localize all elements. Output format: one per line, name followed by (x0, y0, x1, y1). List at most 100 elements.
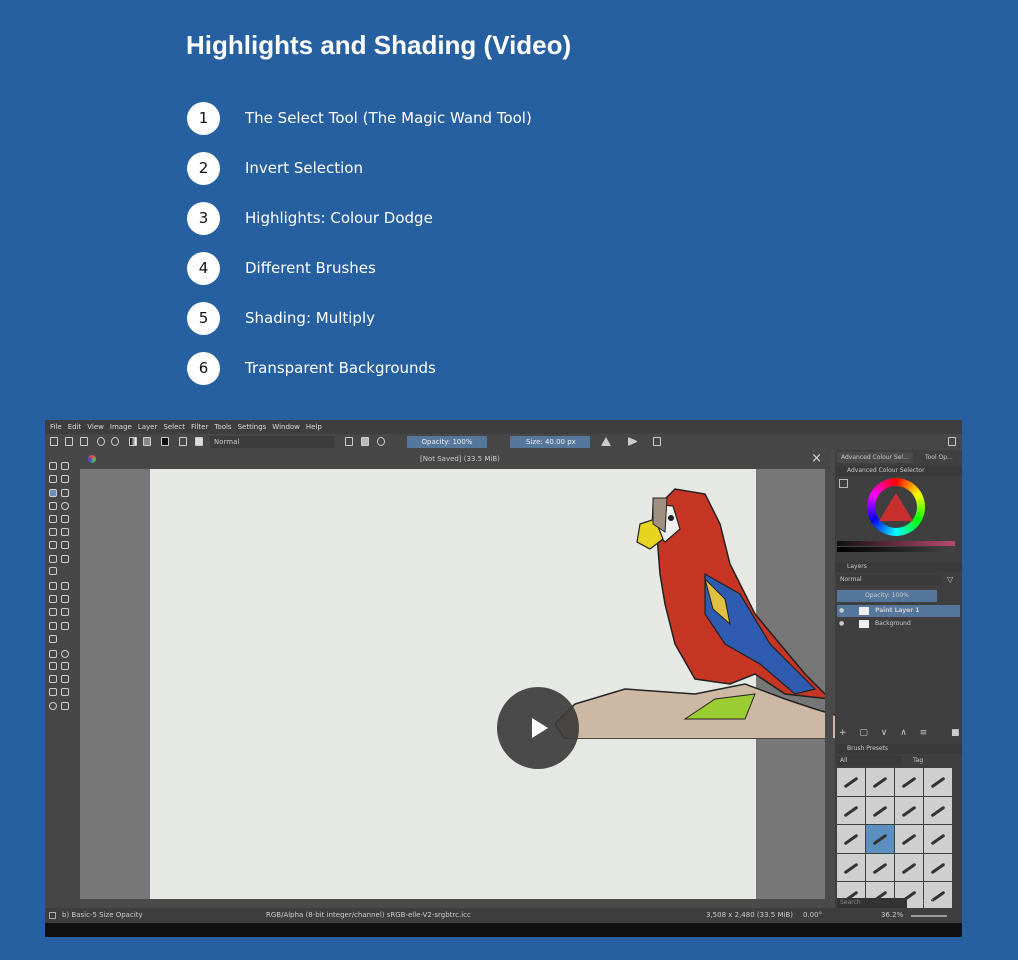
wrap-icon[interactable] (653, 437, 661, 446)
brush-search-input[interactable]: Search (837, 898, 907, 908)
polygon-tool-icon[interactable] (49, 515, 57, 523)
brush-preset[interactable] (837, 825, 865, 853)
transform-tool-icon[interactable] (49, 555, 57, 563)
brush-preset-selected[interactable] (866, 825, 894, 853)
menu-tools[interactable]: Tools (214, 423, 231, 431)
open-folder-icon[interactable] (65, 437, 73, 446)
brush-preset[interactable] (837, 853, 865, 882)
play-button[interactable] (497, 687, 579, 769)
size-slider[interactable]: Size: 40.00 px (510, 436, 590, 448)
brush-preset[interactable] (924, 853, 952, 882)
brush-filter-select[interactable]: All (837, 756, 902, 766)
dynamic-brush-icon[interactable] (49, 541, 57, 549)
delete-layer-icon[interactable]: ■ (951, 728, 960, 738)
colour-swatch-icon[interactable] (161, 437, 169, 446)
layer-blend-select[interactable]: Normal (837, 575, 941, 585)
menu-filter[interactable]: Filter (191, 423, 208, 431)
assistant-tool-icon[interactable] (49, 622, 57, 630)
pattern-icon[interactable] (143, 437, 151, 446)
bezier-select-icon[interactable] (61, 688, 69, 696)
smart-fill-icon[interactable] (61, 595, 69, 603)
text-tool-icon[interactable] (61, 462, 69, 470)
rectangular-select-icon[interactable] (49, 650, 57, 658)
shade-bar[interactable] (837, 547, 955, 552)
menu-view[interactable]: View (87, 423, 104, 431)
smart-patch-icon[interactable] (49, 595, 57, 603)
mirror-vertical-icon[interactable] (628, 437, 637, 446)
measure-tool-icon[interactable] (61, 622, 69, 630)
brush-preset[interactable] (924, 825, 952, 853)
brush-preset[interactable] (837, 796, 865, 825)
new-document-icon[interactable] (50, 437, 58, 446)
menu-image[interactable]: Image (110, 423, 132, 431)
tab-advanced-colour-selector[interactable]: Advanced Colour Sel... (837, 452, 913, 463)
brush-preset[interactable] (924, 768, 952, 796)
opacity-slider[interactable]: Opacity: 100% (407, 436, 487, 448)
magnetic-select-icon[interactable] (49, 688, 57, 696)
brush-preset[interactable] (895, 768, 923, 796)
document-tab[interactable]: [Not Saved] (33.5 MiB) × (80, 450, 830, 469)
horizontal-scrollbar[interactable] (80, 899, 830, 908)
freehand-select-icon[interactable] (61, 662, 69, 670)
alpha-lock-icon[interactable] (361, 437, 369, 446)
brush-settings-icon[interactable] (179, 437, 187, 446)
menu-layer[interactable]: Layer (138, 423, 158, 431)
reload-icon[interactable] (377, 437, 385, 446)
colour-triangle[interactable] (879, 493, 913, 521)
line-tool-icon[interactable] (61, 489, 69, 497)
calligraphy-icon[interactable] (61, 475, 69, 483)
layer-row[interactable]: ● Paint Layer 1 (837, 605, 960, 617)
brush-preset[interactable] (866, 853, 894, 882)
video-player[interactable]: File Edit View Image Layer Select Filter… (45, 420, 962, 937)
polygonal-select-icon[interactable] (49, 662, 57, 670)
save-icon[interactable] (80, 437, 88, 446)
bezier-tool-icon[interactable] (49, 528, 57, 536)
freehand-brush-icon[interactable] (49, 489, 57, 497)
freehand-path-icon[interactable] (61, 528, 69, 536)
filter-icon[interactable]: ▽ (947, 575, 953, 584)
workspace-icon[interactable] (948, 437, 956, 446)
multibrush-icon[interactable] (61, 541, 69, 549)
menu-select[interactable]: Select (163, 423, 185, 431)
undo-icon[interactable] (97, 437, 105, 446)
redo-icon[interactable] (111, 437, 119, 446)
fill-tool-icon[interactable] (49, 608, 57, 616)
colour-picker-icon[interactable] (61, 582, 69, 590)
enclose-fill-icon[interactable] (61, 608, 69, 616)
tab-tool-options[interactable]: Tool Op... (921, 452, 957, 463)
crop-tool-icon[interactable] (49, 567, 57, 575)
filter-in-tag-checkbox[interactable]: Filter in Tag (915, 899, 949, 906)
close-icon[interactable]: × (811, 451, 822, 466)
brush-preset[interactable] (895, 853, 923, 882)
similar-select-icon[interactable] (61, 675, 69, 683)
layer-actions[interactable]: + ▢ ∨ ∧ ≡ (839, 728, 932, 738)
gradient-tool-icon[interactable] (49, 582, 57, 590)
brush-preset[interactable] (895, 825, 923, 853)
brush-preset[interactable] (837, 768, 865, 796)
colour-gradient-bar[interactable] (837, 541, 955, 546)
menu-help[interactable]: Help (306, 423, 322, 431)
polyline-tool-icon[interactable] (61, 515, 69, 523)
layer-opacity-slider[interactable]: Opacity: 100% (837, 590, 937, 602)
edit-shapes-icon[interactable] (49, 475, 57, 483)
elliptical-select-icon[interactable] (61, 650, 69, 658)
brush-preset[interactable] (866, 768, 894, 796)
gradient-icon[interactable] (129, 437, 137, 446)
move-tool-icon[interactable] (61, 555, 69, 563)
reference-tool-icon[interactable] (49, 635, 57, 643)
mirror-horizontal-icon[interactable] (601, 437, 611, 446)
colour-wheel[interactable] (867, 478, 925, 536)
brush-preset[interactable] (924, 796, 952, 825)
rectangle-tool-icon[interactable] (49, 502, 57, 510)
colour-settings-icon[interactable] (839, 479, 848, 488)
ellipse-tool-icon[interactable] (61, 502, 69, 510)
vertical-scrollbar[interactable] (825, 469, 833, 899)
canvas-area[interactable] (80, 469, 865, 899)
menu-window[interactable]: Window (272, 423, 300, 431)
magic-wand-icon[interactable] (49, 675, 57, 683)
menu-settings[interactable]: Settings (238, 423, 267, 431)
brush-preset[interactable] (895, 796, 923, 825)
visibility-eye-icon[interactable]: ● (839, 618, 844, 630)
pan-tool-icon[interactable] (61, 702, 69, 710)
zoom-slider[interactable] (911, 915, 947, 917)
